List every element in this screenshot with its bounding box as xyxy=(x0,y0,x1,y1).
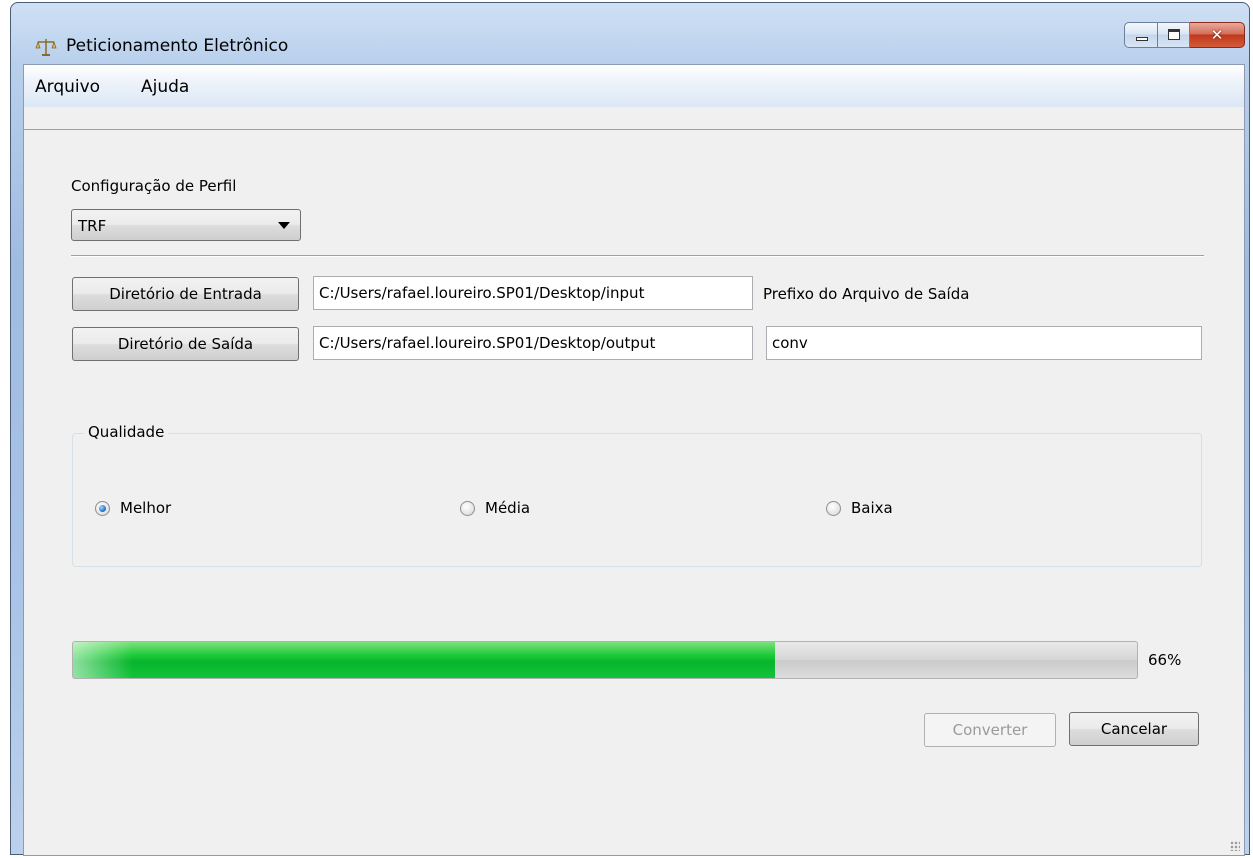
menu-arquivo[interactable]: Arquivo xyxy=(35,77,100,97)
progress-shine xyxy=(73,642,133,678)
conversion-progress-bar xyxy=(72,641,1138,679)
output-directory-field[interactable]: C:/Users/rafael.loureiro.SP01/Desktop/ou… xyxy=(313,326,753,360)
maximize-button[interactable] xyxy=(1158,22,1190,48)
menu-bar: Arquivo Ajuda xyxy=(24,65,1244,108)
window-title: Peticionamento Eletrônico xyxy=(66,36,289,56)
minimize-icon xyxy=(1136,37,1148,41)
input-directory-field[interactable]: C:/Users/rafael.loureiro.SP01/Desktop/in… xyxy=(313,276,753,310)
title-bar[interactable]: Peticionamento Eletrônico xyxy=(11,3,1249,65)
caption-buttons: ✕ xyxy=(1124,22,1245,50)
output-directory-button[interactable]: Diretório de Saída xyxy=(72,327,299,361)
radio-checked-icon[interactable] xyxy=(95,500,110,516)
menu-ajuda[interactable]: Ajuda xyxy=(141,77,189,97)
quality-groupbox xyxy=(72,433,1202,567)
separator xyxy=(71,255,1204,257)
quality-option-baixa[interactable]: Baixa xyxy=(826,499,893,517)
resize-grip-icon[interactable] xyxy=(1230,841,1240,851)
maximize-icon xyxy=(1168,29,1180,40)
cancel-button[interactable]: Cancelar xyxy=(1069,712,1199,746)
quality-option-label: Média xyxy=(485,499,531,517)
quality-option-label: Baixa xyxy=(851,499,893,517)
quality-option-label: Melhor xyxy=(120,499,172,517)
profile-label: Configuração de Perfil xyxy=(71,177,237,195)
output-prefix-field[interactable]: conv xyxy=(766,326,1202,360)
dropdown-arrow-icon xyxy=(278,222,290,229)
scales-of-justice-icon xyxy=(35,39,57,56)
progress-fill xyxy=(73,642,776,678)
radio-unchecked-icon[interactable] xyxy=(826,500,841,516)
close-button[interactable]: ✕ xyxy=(1190,22,1245,48)
quality-option-media[interactable]: Média xyxy=(460,499,530,517)
close-icon: ✕ xyxy=(1210,26,1224,44)
profile-selected-value: TRF xyxy=(78,217,107,235)
convert-button[interactable]: Converter xyxy=(924,713,1056,747)
profile-combobox[interactable]: TRF xyxy=(71,209,301,241)
progress-percent-text: 66% xyxy=(1148,651,1182,669)
minimize-button[interactable] xyxy=(1124,22,1158,48)
toolbar-strip xyxy=(24,107,1244,130)
client-area: Arquivo Ajuda Configuração de Perfil TRF… xyxy=(23,64,1245,856)
radio-unchecked-icon[interactable] xyxy=(460,500,475,516)
input-directory-button[interactable]: Diretório de Entrada xyxy=(72,277,299,311)
quality-group-title: Qualidade xyxy=(84,423,169,441)
output-prefix-label: Prefixo do Arquivo de Saída xyxy=(763,285,970,303)
quality-option-melhor[interactable]: Melhor xyxy=(95,499,171,517)
